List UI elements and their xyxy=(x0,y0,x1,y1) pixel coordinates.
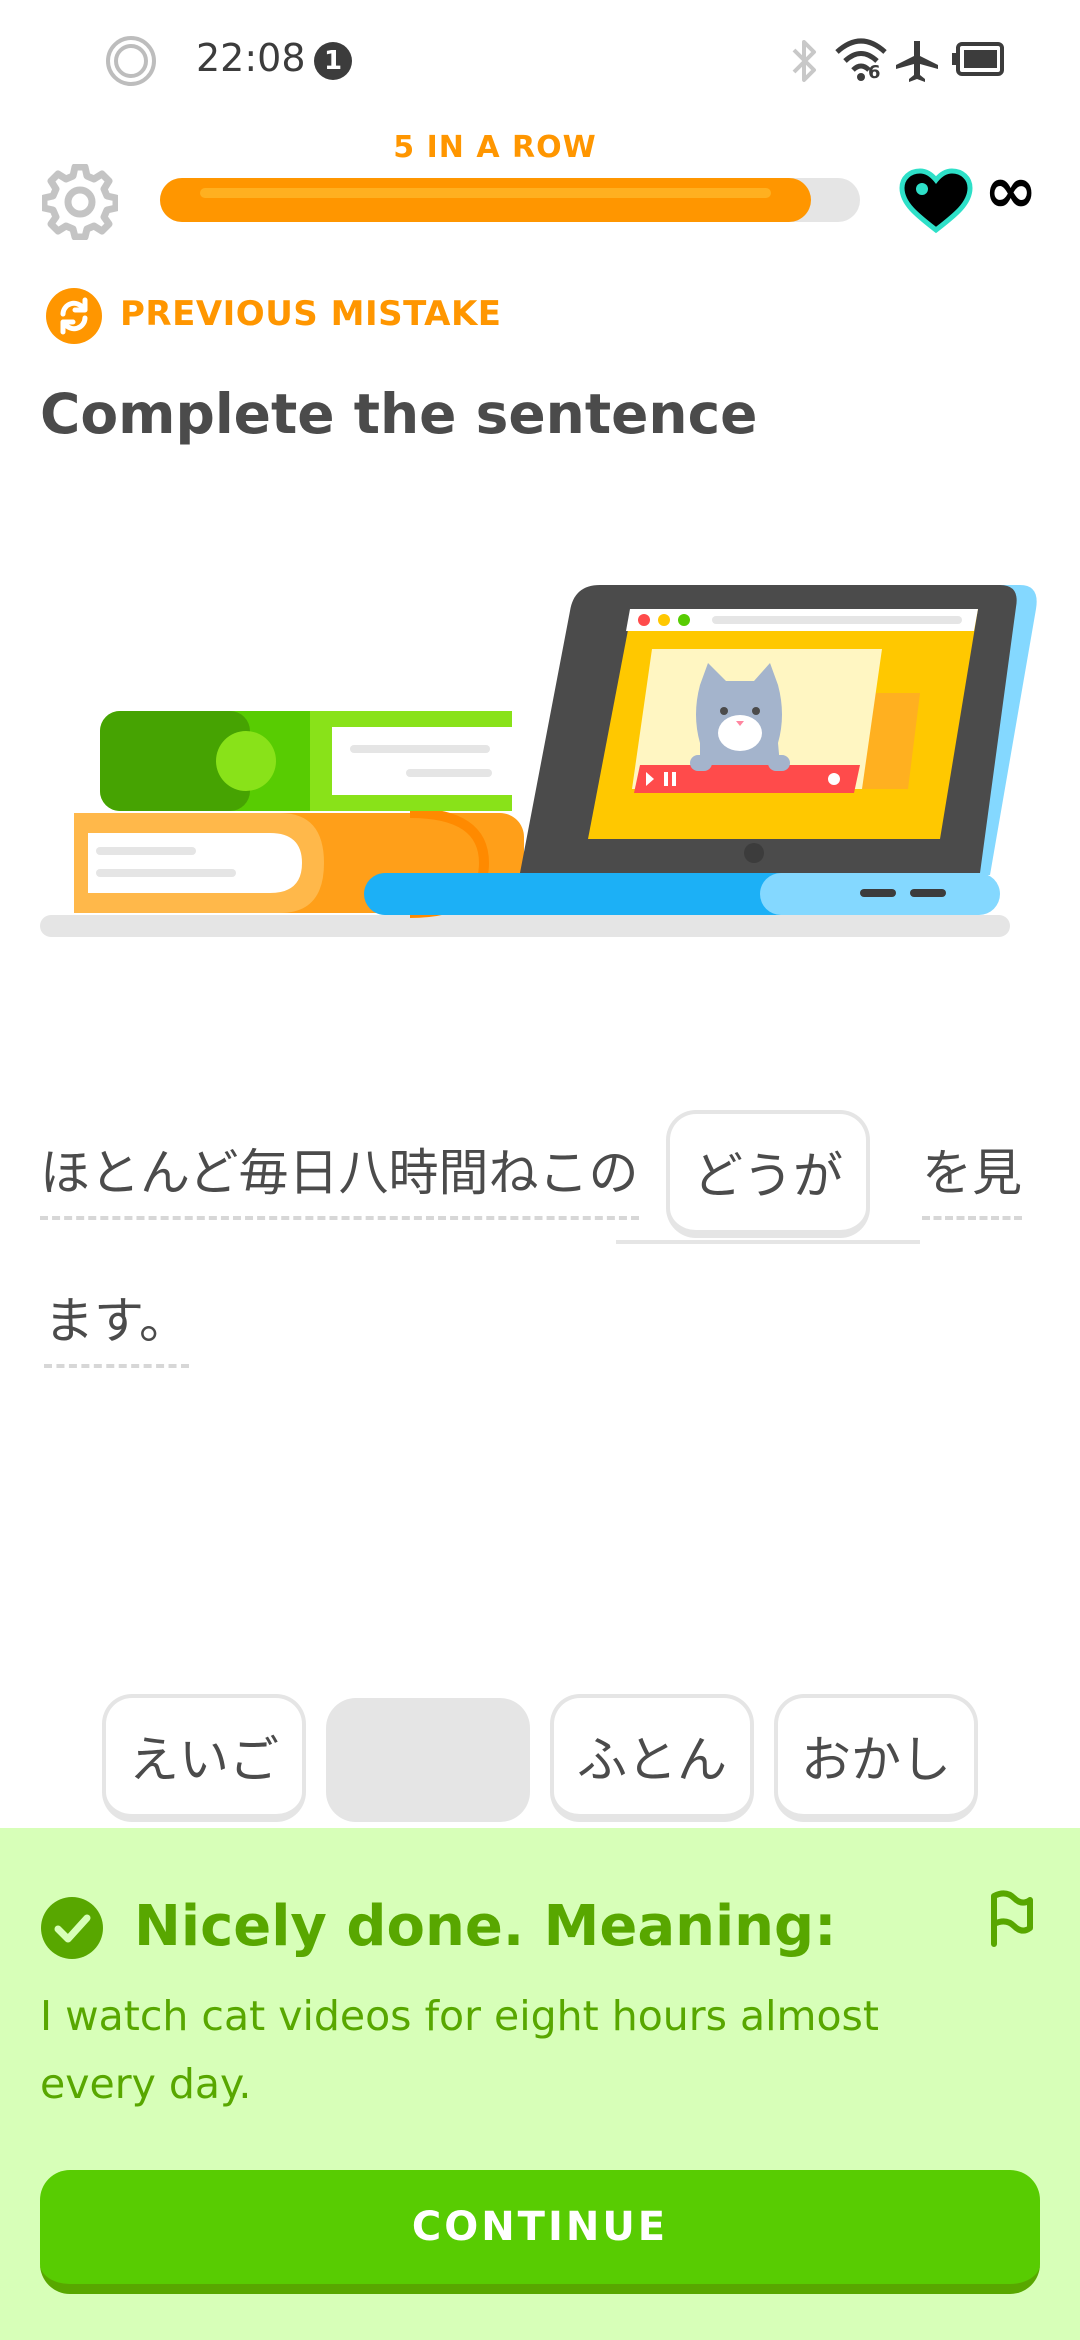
progress-shine xyxy=(200,188,771,198)
page-title: Complete the sentence xyxy=(40,382,758,446)
streak-label: 5 IN A ROW xyxy=(393,130,597,165)
airplane-icon xyxy=(896,41,938,82)
report-flag-icon[interactable] xyxy=(984,1888,1034,1948)
feedback-heading: Nicely done. Meaning: xyxy=(134,1894,837,1959)
check-circle-icon xyxy=(41,1897,103,1959)
feedback-meaning: I watch cat videos for eight hours almos… xyxy=(40,1992,879,2108)
word-bank-option[interactable]: ふとん xyxy=(550,1694,754,1822)
status-time: 22:08 xyxy=(196,36,306,80)
continue-button[interactable]: CONTINUE xyxy=(40,2170,1040,2294)
status-bar: 22:08 1 6 xyxy=(0,0,1080,120)
heart-icon[interactable] xyxy=(898,168,974,234)
hearts-infinity: ∞ xyxy=(984,154,1038,228)
wifi-badge: 6 xyxy=(868,62,881,83)
word-bank-option[interactable]: おかし xyxy=(774,1694,978,1822)
record-icon xyxy=(106,36,156,86)
progress-fill xyxy=(160,178,811,222)
lesson-progress-bar xyxy=(160,178,860,222)
bluetooth-icon xyxy=(792,40,816,82)
answer-chip[interactable]: どうが xyxy=(666,1110,870,1238)
sentence-part-1[interactable]: ほとんど毎日八時間ねこの xyxy=(40,1140,639,1220)
sentence-part-2[interactable]: を見 xyxy=(922,1140,1022,1220)
answer-blank-line xyxy=(616,1240,920,1244)
books-laptop-cat-illustration xyxy=(40,585,1037,937)
sentence-part-3[interactable]: ます。 xyxy=(44,1288,189,1368)
notification-badge: 1 xyxy=(314,42,352,80)
previous-mistake-label: PREVIOUS MISTAKE xyxy=(120,294,502,334)
refresh-icon xyxy=(46,288,102,344)
settings-gear-icon[interactable] xyxy=(42,164,118,240)
word-bank-option[interactable]: えいご xyxy=(102,1694,306,1822)
word-bank-empty-slot xyxy=(326,1698,530,1822)
battery-icon xyxy=(952,42,1004,76)
